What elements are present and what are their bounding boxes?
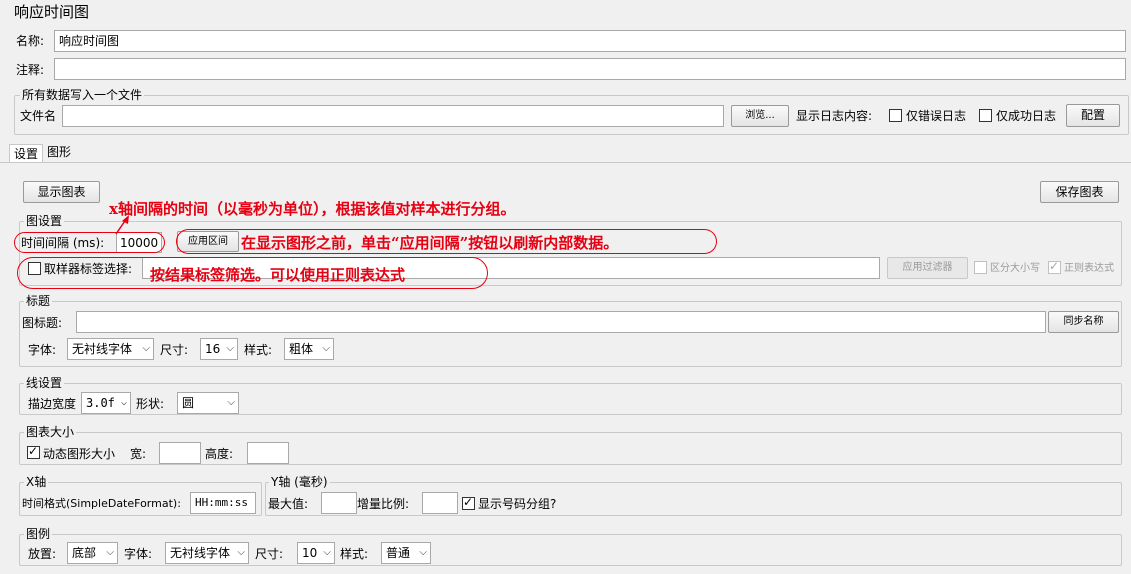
shape-label: 形状: xyxy=(136,397,165,411)
title-size-select[interactable]: 16 ⌵ xyxy=(200,338,238,360)
time-format-label: 时间格式(SimpleDateFormat): xyxy=(22,497,181,510)
regex-label: 正则表达式 xyxy=(1064,263,1114,274)
apply-interval-annotation: 在显示图形之前，单击“应用间隔”按钮以刷新内部数据。 xyxy=(241,234,619,252)
filename-input[interactable] xyxy=(62,105,724,127)
x-axis-title: X轴 xyxy=(24,475,49,489)
height-input[interactable] xyxy=(247,442,289,464)
height-label: 高度: xyxy=(205,447,234,461)
legend-style-label: 样式: xyxy=(340,547,369,561)
tab-settings[interactable]: 设置 xyxy=(9,144,44,163)
chevron-down-icon: ⌵ xyxy=(106,547,114,558)
chart-title-input[interactable] xyxy=(76,311,1046,333)
check-icon: ✓ xyxy=(1049,259,1060,273)
show-chart-button[interactable]: 显示图表 xyxy=(23,181,100,203)
dynamic-size-label: 动态图形大小 xyxy=(43,447,116,461)
save-chart-button[interactable]: 保存图表 xyxy=(1040,181,1119,203)
legend-title: 图例 xyxy=(24,527,53,541)
legend-size-select[interactable]: 10 ⌵ xyxy=(297,542,335,564)
tab-divider xyxy=(0,162,1131,163)
sync-name-button[interactable]: 同步名称 xyxy=(1048,311,1119,333)
title-size-label: 尺寸: xyxy=(160,343,189,357)
title-font-label: 字体: xyxy=(28,343,57,357)
chevron-down-icon: ⌵ xyxy=(419,547,427,558)
increment-label: 增量比例: xyxy=(357,497,410,511)
success-only-label: 仅成功日志 xyxy=(996,109,1057,123)
chevron-down-icon: ⌵ xyxy=(322,343,330,354)
chart-title-label: 图标题: xyxy=(22,316,63,330)
name-label: 名称: xyxy=(16,34,45,48)
time-format-input[interactable]: HH:mm:ss xyxy=(190,492,256,514)
case-sensitive-checkbox[interactable] xyxy=(974,261,987,274)
case-sensitive-label: 区分大小写 xyxy=(990,263,1040,274)
interval-annotation: x轴间隔的时间（以毫秒为单位），根据该值对样本进行分组。 xyxy=(109,200,516,218)
stroke-value: 3.0f xyxy=(86,396,115,410)
title-style-value: 粗体 xyxy=(289,342,314,356)
apply-filter-button[interactable]: 应用过滤器 xyxy=(887,257,968,279)
max-value-label: 最大值: xyxy=(268,497,309,511)
regex-checkbox[interactable]: ✓ xyxy=(1048,259,1061,274)
log-content-label: 显示日志内容: xyxy=(796,109,873,123)
tab-graph[interactable]: 图形 xyxy=(47,144,71,160)
filename-label: 文件名 xyxy=(20,109,57,123)
title-style-label: 样式: xyxy=(244,343,273,357)
placement-value: 底部 xyxy=(72,546,97,560)
title-section-title: 标题 xyxy=(24,294,53,308)
legend-style-select[interactable]: 普通 ⌵ xyxy=(381,542,431,564)
legend-font-select[interactable]: 无衬线字体 ⌵ xyxy=(165,542,249,564)
chevron-down-icon: ⌵ xyxy=(323,547,331,558)
file-section-title: 所有数据写入一个文件 xyxy=(20,88,145,102)
title-size-value: 16 xyxy=(205,342,221,356)
chevron-down-icon: ⌵ xyxy=(227,397,235,408)
increment-input[interactable] xyxy=(422,492,458,514)
errors-only-label: 仅错误日志 xyxy=(906,109,967,123)
comment-label: 注释: xyxy=(16,63,45,77)
legend-font-value: 无衬线字体 xyxy=(170,546,231,560)
interval-highlight-oval xyxy=(14,232,165,253)
chart-settings-title: 图设置 xyxy=(24,214,65,228)
chevron-down-icon: ⌵ xyxy=(237,547,245,558)
legend-size-value: 10 xyxy=(302,546,318,560)
number-grouping-checkbox[interactable]: ✓ xyxy=(462,495,475,510)
legend-font-label: 字体: xyxy=(124,547,153,561)
width-input[interactable] xyxy=(159,442,201,464)
filter-annotation: 按结果标签筛选。可以使用正则表达式 xyxy=(150,266,406,284)
errors-only-checkbox[interactable] xyxy=(889,109,902,122)
y-axis-title: Y轴 (毫秒) xyxy=(269,475,330,489)
title-style-select[interactable]: 粗体 ⌵ xyxy=(284,338,334,360)
chevron-down-icon: ⌵ xyxy=(120,397,127,408)
success-only-checkbox[interactable] xyxy=(979,109,992,122)
placement-label: 放置: xyxy=(28,547,57,561)
page-title: 响应时间图 xyxy=(14,3,90,21)
title-font-select[interactable]: 无衬线字体 ⌵ xyxy=(67,338,154,360)
browse-button[interactable]: 浏览... xyxy=(731,105,789,127)
comment-input[interactable] xyxy=(54,58,1126,80)
line-section-title: 线设置 xyxy=(24,376,65,390)
check-icon: ✓ xyxy=(463,495,474,509)
shape-select[interactable]: 圆 ⌵ xyxy=(177,392,239,414)
legend-style-value: 普通 xyxy=(386,546,411,560)
number-grouping-label: 显示号码分组? xyxy=(478,497,557,511)
max-value-input[interactable] xyxy=(321,492,357,514)
shape-value: 圆 xyxy=(182,396,195,410)
width-label: 宽: xyxy=(130,447,147,461)
size-section-title: 图表大小 xyxy=(24,425,77,439)
chevron-down-icon: ⌵ xyxy=(226,343,234,354)
stroke-label: 描边宽度 xyxy=(28,397,77,411)
placement-select[interactable]: 底部 ⌵ xyxy=(67,542,118,564)
name-input[interactable]: 响应时间图 xyxy=(54,30,1126,52)
chevron-down-icon: ⌵ xyxy=(142,343,150,354)
check-icon: ✓ xyxy=(28,444,39,458)
title-font-value: 无衬线字体 xyxy=(72,342,133,356)
config-button[interactable]: 配置 xyxy=(1066,104,1120,127)
legend-size-label: 尺寸: xyxy=(255,547,284,561)
stroke-select[interactable]: 3.0f ⌵ xyxy=(81,392,131,414)
dynamic-size-checkbox[interactable]: ✓ xyxy=(27,444,40,459)
